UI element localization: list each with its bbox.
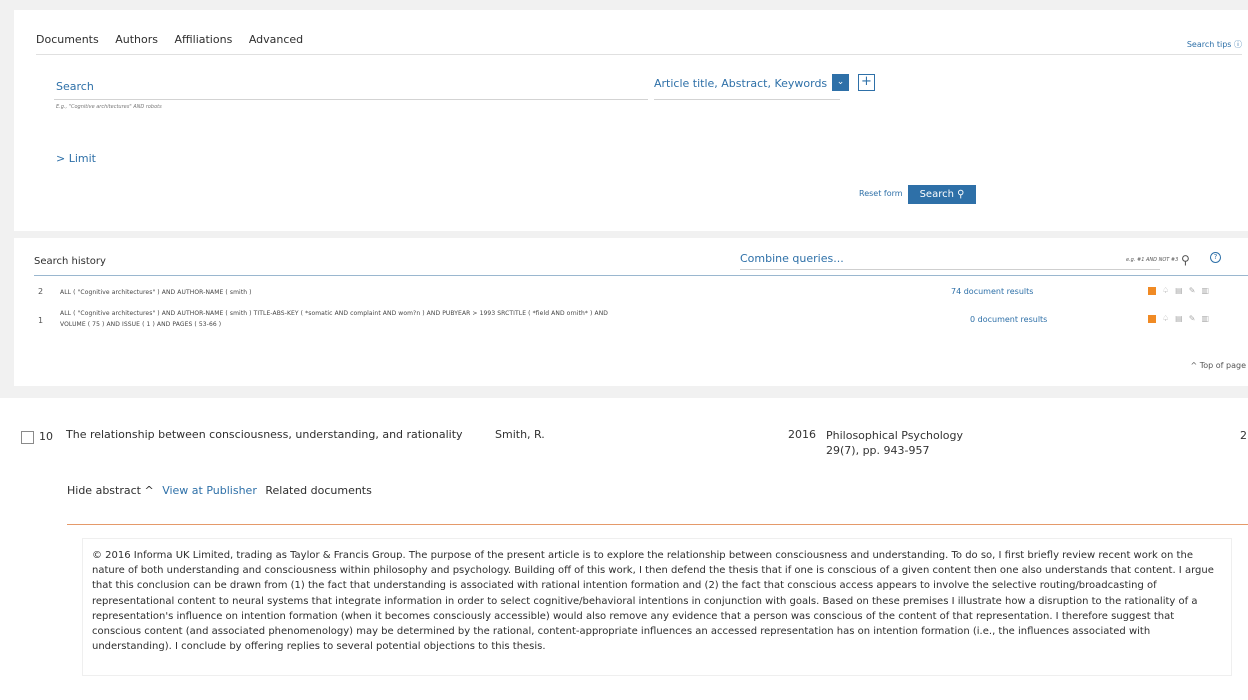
add-field-button[interactable]: + xyxy=(858,74,875,91)
save-icon[interactable]: ▤ xyxy=(1175,286,1183,295)
history-row-actions: ♤ ▤ ✎ ▥ xyxy=(1148,286,1215,295)
tabs-divider xyxy=(36,54,1242,55)
result-actions: Hide abstract ^ View at Publisher Relate… xyxy=(67,484,372,497)
result-year: 2016 xyxy=(788,428,816,441)
search-history-title: Search history xyxy=(34,256,106,267)
search-button[interactable]: Search ⚲ xyxy=(908,185,976,204)
search-example-hint: E.g., "Cognitive architectures" AND robo… xyxy=(56,104,162,110)
result-author-link[interactable]: Smith, R. xyxy=(495,428,545,441)
delete-icon[interactable]: ▥ xyxy=(1201,314,1209,323)
help-icon[interactable]: ? xyxy=(1210,252,1221,263)
history-row-number: 1 xyxy=(38,316,44,325)
limit-toggle[interactable]: > Limit xyxy=(56,152,96,165)
abstract-text: © 2016 Informa UK Limited, trading as Ta… xyxy=(92,550,1214,653)
search-input[interactable]: Search xyxy=(56,80,94,93)
result-source: Philosophical Psychology 29(7), pp. 943-… xyxy=(826,428,963,458)
history-row-actions: ♤ ▤ ✎ ▥ xyxy=(1148,314,1215,323)
field-select-underline xyxy=(654,99,840,100)
history-row-query: ALL ( "Cognitive architectures" ) AND AU… xyxy=(60,310,608,317)
search-input-underline xyxy=(54,99,648,100)
bell-icon[interactable]: ♤ xyxy=(1162,314,1169,323)
search-field-select[interactable]: Article title, Abstract, Keywords xyxy=(654,77,827,90)
combine-input-underline xyxy=(740,269,1160,270)
related-documents-link[interactable]: Related documents xyxy=(265,484,372,497)
tab-advanced[interactable]: Advanced xyxy=(249,33,303,46)
result-checkbox[interactable] xyxy=(21,431,34,444)
tab-affiliations[interactable]: Affiliations xyxy=(174,33,232,46)
reset-form-link[interactable]: Reset form xyxy=(859,189,903,198)
result-number: 10 xyxy=(39,430,53,443)
history-row-query: ALL ( "Cognitive architectures" ) AND AU… xyxy=(60,289,252,296)
abstract-divider xyxy=(67,524,1248,525)
search-tips-link[interactable]: Search tips ⓘ xyxy=(1187,39,1242,50)
search-tabs: Documents Authors Affiliations Advanced xyxy=(36,33,316,46)
combine-queries-input[interactable]: Combine queries... xyxy=(740,252,844,265)
history-row-results-link[interactable]: 74 document results xyxy=(951,287,1033,296)
tab-documents[interactable]: Documents xyxy=(36,33,99,46)
results-area: 10 The relationship between consciousnes… xyxy=(0,398,1248,700)
history-row-query-cont: VOLUME ( 75 ) AND ISSUE ( 1 ) AND PAGES … xyxy=(60,321,222,328)
result-cited-count[interactable]: 2 xyxy=(1240,429,1247,442)
top-of-page-link[interactable]: ^ Top of page xyxy=(1190,361,1246,370)
result-source-details: 29(7), pp. 943-957 xyxy=(826,444,930,457)
history-row-number: 2 xyxy=(38,287,44,296)
rss-icon[interactable] xyxy=(1148,314,1156,323)
view-at-publisher-link[interactable]: View at Publisher xyxy=(162,484,257,497)
combine-example-hint: e.g. #1 AND NOT #3 xyxy=(1126,257,1179,263)
result-source-title[interactable]: Philosophical Psychology xyxy=(826,428,963,443)
chevron-down-icon[interactable]: ⌄ xyxy=(832,74,849,91)
edit-icon[interactable]: ✎ xyxy=(1189,286,1196,295)
search-panel: Documents Authors Affiliations Advanced … xyxy=(14,10,1248,231)
search-history-panel: Search history Combine queries... e.g. #… xyxy=(14,238,1248,386)
result-title-link[interactable]: The relationship between consciousness, … xyxy=(66,428,463,441)
search-icon[interactable]: ⚲ xyxy=(1181,253,1190,267)
save-icon[interactable]: ▤ xyxy=(1175,314,1183,323)
history-divider xyxy=(34,275,1248,276)
delete-icon[interactable]: ▥ xyxy=(1201,286,1209,295)
rss-icon[interactable] xyxy=(1148,286,1156,295)
history-row-results-link[interactable]: 0 document results xyxy=(970,315,1047,324)
bell-icon[interactable]: ♤ xyxy=(1162,286,1169,295)
edit-icon[interactable]: ✎ xyxy=(1189,314,1196,323)
hide-abstract-toggle[interactable]: Hide abstract ^ xyxy=(67,484,154,497)
tab-authors[interactable]: Authors xyxy=(115,33,158,46)
